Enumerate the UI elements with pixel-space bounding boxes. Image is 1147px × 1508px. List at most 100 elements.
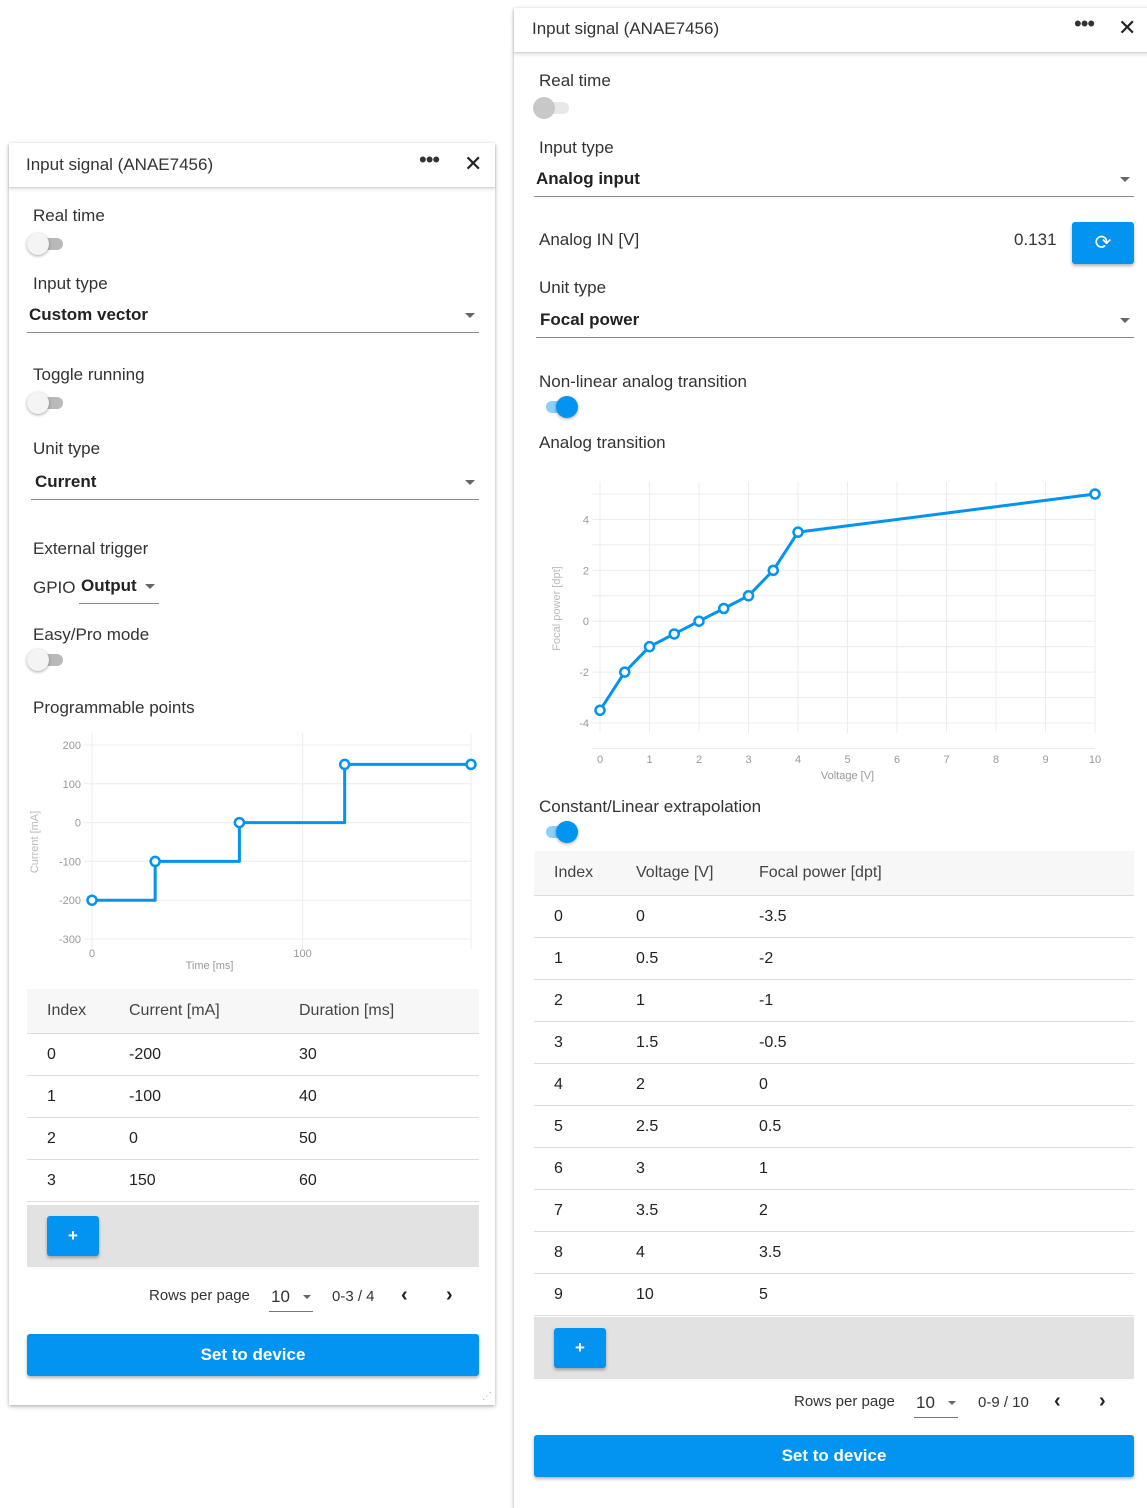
table-row[interactable]: 3 1.5 -0.5: [534, 1021, 1134, 1064]
data-point: [619, 666, 631, 678]
y-tick-label: 200: [63, 740, 81, 752]
unit-type-select[interactable]: Current: [31, 467, 479, 500]
external-trigger-label: External trigger: [33, 539, 149, 558]
table-row[interactable]: 2 1 -1: [534, 979, 1134, 1022]
rows-per-page-label: Rows per page: [149, 1287, 250, 1304]
input-type-value: Analog input: [536, 169, 640, 188]
unit-type-select[interactable]: Focal power: [536, 305, 1134, 338]
table-header-row: Index Current [mA] Duration [ms]: [27, 989, 479, 1034]
table-cell: 2: [27, 1117, 109, 1160]
table-cell: 1: [534, 937, 616, 980]
column-header: Index: [27, 989, 109, 1034]
table-cell: 0: [739, 1063, 1134, 1106]
table-cell: 10: [616, 1273, 739, 1316]
data-point: [693, 615, 705, 627]
more-horizontal-icon[interactable]: •••: [1074, 11, 1095, 37]
data-point: [594, 704, 606, 717]
chevron-left-icon[interactable]: ‹: [1054, 1390, 1061, 1413]
table-row[interactable]: 0 0 -3.5: [534, 895, 1134, 938]
table-row[interactable]: 5 2.5 0.5: [534, 1105, 1134, 1148]
x-tick-label: 0: [597, 754, 603, 766]
more-horizontal-icon[interactable]: •••: [419, 147, 440, 173]
chevron-right-icon[interactable]: ›: [1099, 1390, 1106, 1413]
rows-per-page-select[interactable]: 10: [269, 1285, 313, 1312]
input-type-label: Input type: [539, 138, 614, 157]
panel-title: Input signal (ANAE7456): [26, 155, 214, 174]
table-row[interactable]: 420: [534, 1063, 1134, 1106]
chevron-down-icon: [465, 480, 475, 485]
chevron-right-icon[interactable]: ›: [446, 1284, 453, 1307]
analog-transition-chart: 0 1 2 3 4 5 6 7 8 9 10 -4 -2 0 2 4 Voltage [V] Focal powe…: [551, 482, 1101, 782]
chevron-left-icon[interactable]: ‹: [401, 1284, 408, 1307]
y-tick-label: 0: [75, 818, 81, 830]
table-row[interactable]: 3 150 60: [27, 1159, 479, 1202]
extrapolation-toggle[interactable]: [540, 821, 578, 843]
gpio-select[interactable]: Output: [79, 571, 159, 604]
gpio-value: Output: [81, 576, 137, 595]
table-cell: 0: [534, 895, 616, 938]
panel-header: Input signal (ANAE7456) ••• ✕: [9, 143, 495, 188]
chevron-down-icon: [948, 1401, 956, 1405]
input-type-select[interactable]: Analog input: [534, 164, 1134, 197]
table-cell: -100: [109, 1075, 279, 1118]
toggle-running-toggle[interactable]: [27, 392, 65, 414]
real-time-toggle[interactable]: [27, 233, 65, 255]
easy-pro-toggle[interactable]: [27, 649, 65, 671]
table-cell: 0: [27, 1033, 109, 1076]
points-table: Index Current [mA] Duration [ms] 0 -200 30…: [27, 989, 479, 1202]
nonlinear-toggle[interactable]: [540, 396, 578, 418]
set-to-device-button[interactable]: Set to device: [534, 1435, 1134, 1477]
table-cell: 8: [534, 1231, 616, 1274]
input-type-label: Input type: [33, 274, 108, 293]
set-to-device-button[interactable]: Set to device: [27, 1334, 479, 1376]
chevron-down-icon: [465, 313, 475, 318]
table-cell: 150: [109, 1159, 279, 1202]
table-cell: -1: [739, 979, 1134, 1022]
add-row-button[interactable]: +: [554, 1328, 606, 1368]
x-tick-label: 0: [89, 948, 95, 960]
data-point: [792, 526, 804, 538]
table-row[interactable]: 631: [534, 1147, 1134, 1190]
real-time-label: Real time: [33, 206, 105, 225]
data-point: [149, 855, 161, 868]
table-row[interactable]: 1 0.5 -2: [534, 937, 1134, 980]
data-point: [1089, 488, 1101, 500]
x-tick-label: 100: [293, 948, 311, 960]
table-row[interactable]: 7 3.5 2: [534, 1189, 1134, 1232]
unit-type-label: Unit type: [33, 439, 101, 458]
table-cell: 7: [534, 1189, 616, 1232]
y-tick-label: -300: [59, 934, 81, 946]
panel-title: Input signal (ANAE7456): [532, 19, 720, 38]
table-row[interactable]: 0 -200 30: [27, 1033, 479, 1076]
table-cell: 0: [616, 895, 739, 938]
panel-header: Input signal (ANAE7456) ••• ✕: [514, 8, 1147, 53]
table-cell: 0.5: [739, 1105, 1134, 1148]
refresh-button[interactable]: ⟳: [1072, 222, 1134, 264]
table-cell: 2: [739, 1189, 1134, 1232]
table-cell: 5: [739, 1273, 1134, 1316]
chevron-down-icon: [1120, 177, 1130, 182]
resize-grip-icon[interactable]: ⋰: [482, 1391, 492, 1402]
table-row[interactable]: 8 4 3.5: [534, 1231, 1134, 1274]
gpio-label: GPIO: [33, 578, 76, 597]
table-cell: 2.5: [616, 1105, 739, 1148]
table-cell: 3.5: [616, 1189, 739, 1232]
x-tick-label: 5: [844, 754, 850, 766]
table-row[interactable]: 1 -100 40: [27, 1075, 479, 1118]
table-row[interactable]: 2 0 50: [27, 1117, 479, 1160]
add-row-button[interactable]: +: [47, 1216, 99, 1256]
column-header: Current [mA]: [109, 989, 279, 1034]
close-icon[interactable]: ✕: [1118, 15, 1136, 41]
add-row-bar: +: [534, 1317, 1134, 1379]
chevron-down-icon: [1120, 318, 1130, 323]
input-type-select[interactable]: Custom vector: [27, 300, 479, 333]
real-time-toggle[interactable]: [533, 97, 571, 119]
table-row[interactable]: 9 10 5: [534, 1273, 1134, 1316]
table-cell: 60: [279, 1159, 479, 1202]
rows-per-page-select[interactable]: 10: [914, 1391, 958, 1418]
close-icon[interactable]: ✕: [464, 151, 482, 177]
table-cell: 5: [534, 1105, 616, 1148]
y-tick-label: 2: [583, 565, 589, 577]
x-tick-label: 8: [993, 754, 999, 766]
refresh-icon: ⟳: [1094, 232, 1112, 254]
